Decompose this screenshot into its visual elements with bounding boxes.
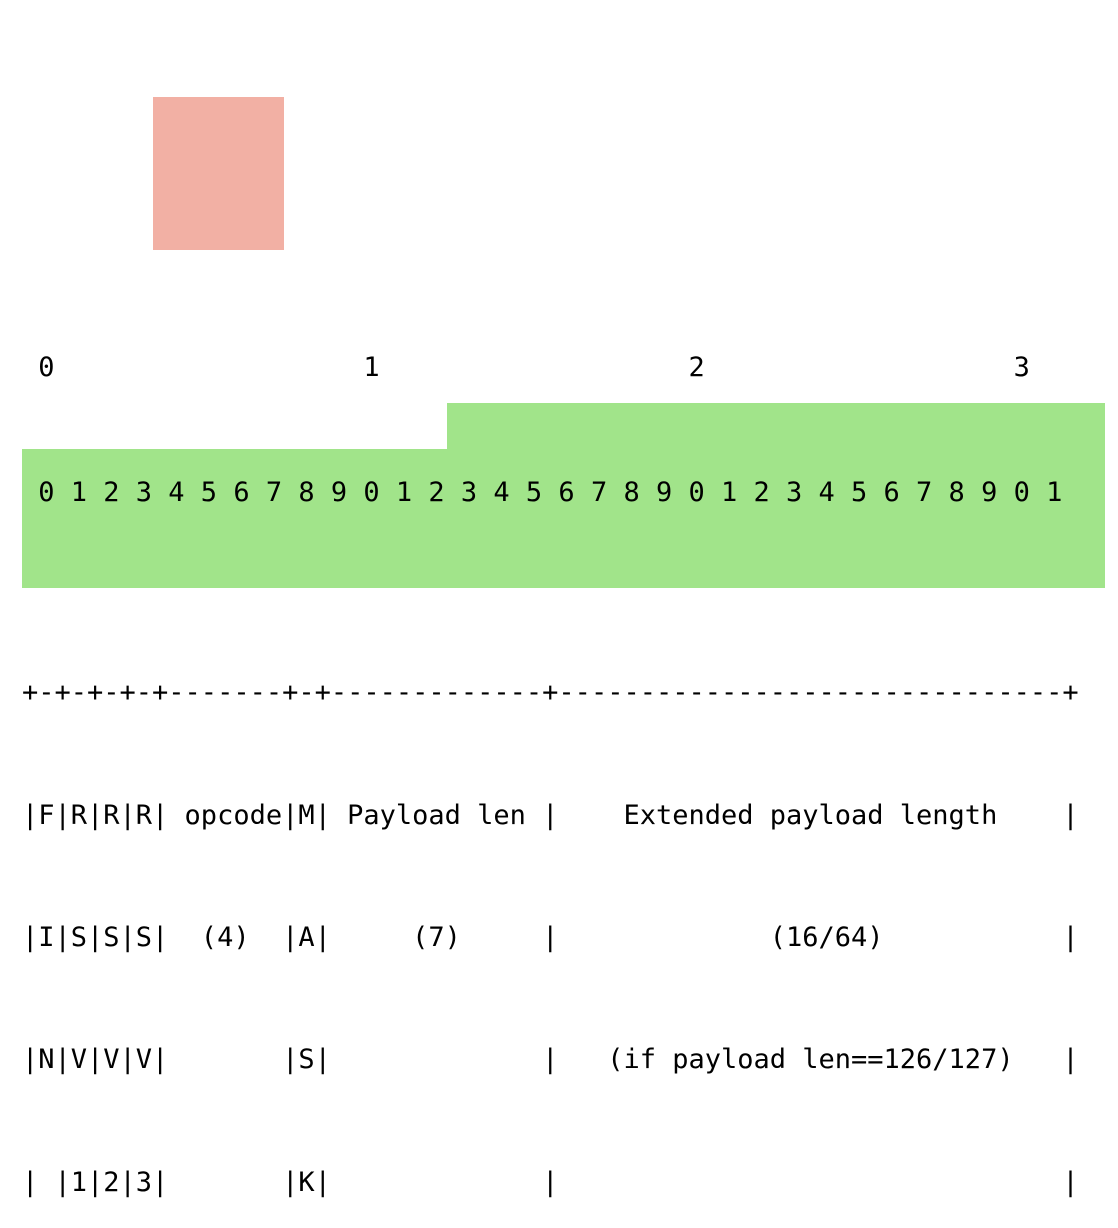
opcode-highlight: [153, 97, 284, 250]
row-widths: |I|S|S|S| (4) |A| (7) | (16/64) |: [22, 923, 1118, 954]
bit-ruler-minor: 0 1 2 3 4 5 6 7 8 9 0 1 2 3 4 5 6 7 8 9 …: [22, 478, 1118, 509]
border-row: +-+-+-+-+-------+-+-------------+-------…: [22, 678, 1118, 709]
websocket-frame-diagram: 0 1 2 3 0 1 2 3 4 5 6 7 8 9 0 1 2 3 4 5 …: [0, 0, 1118, 614]
payload-highlight: [447, 403, 1105, 450]
bit-ruler-major: 0 1 2 3: [22, 353, 1118, 384]
row-rsv-indices: | |1|2|3| |K| | |: [22, 1168, 1118, 1199]
row-ext-len-condition: |N|V|V|V| |S| | (if payload len==126/127…: [22, 1045, 1118, 1076]
payload-highlight: [22, 541, 1105, 588]
row-fin-rsv-opcode: |F|R|R|R| opcode|M| Payload len | Extend…: [22, 801, 1118, 832]
